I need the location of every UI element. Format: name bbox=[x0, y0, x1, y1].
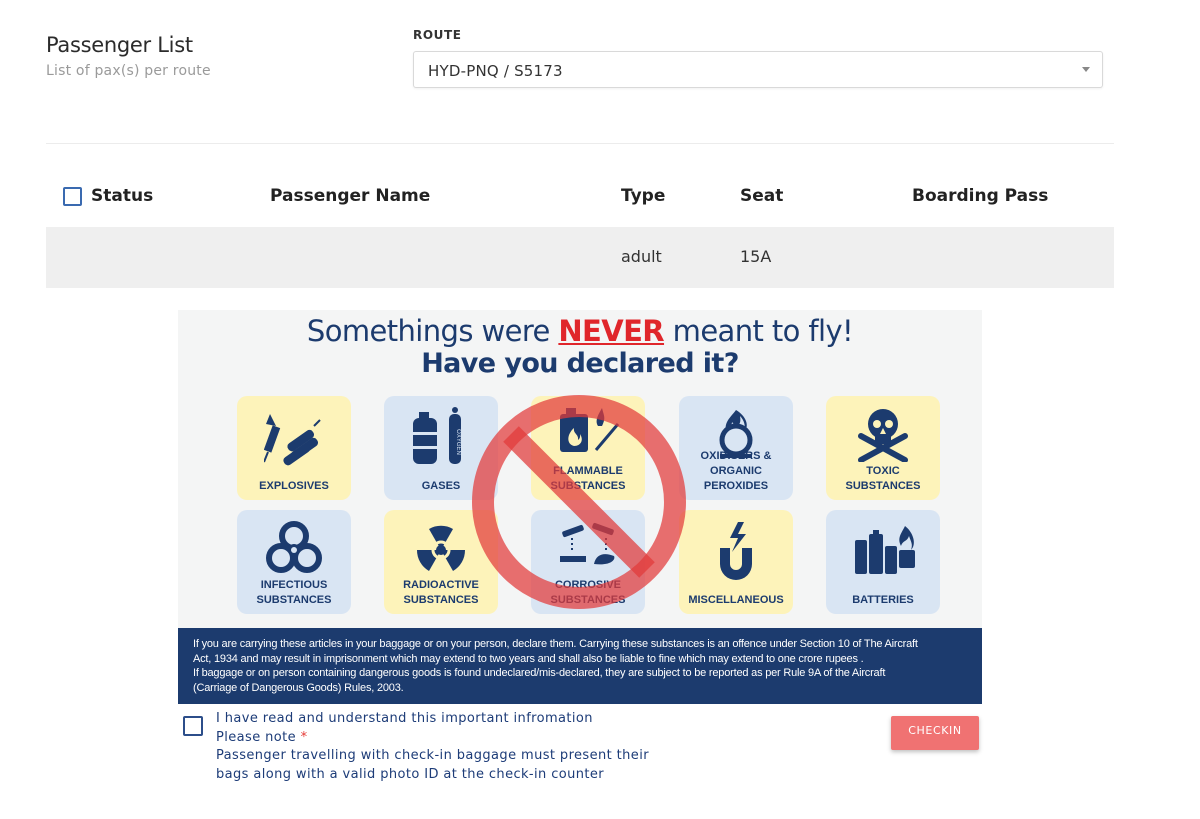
category-label-gases: GASES bbox=[421, 480, 461, 492]
category-label-oxidisers-line2: ORGANIC PEROXIDES bbox=[703, 465, 769, 492]
note-text-line: Passenger travelling with check-in bagga… bbox=[216, 748, 649, 763]
category-label-toxic-line1: TOXIC bbox=[866, 465, 900, 477]
legal-notice-line: If you are carrying these articles in yo… bbox=[193, 638, 918, 650]
category-tile-batteries: BATTERIES bbox=[826, 510, 940, 614]
chevron-down-icon bbox=[1082, 67, 1090, 72]
legal-notice-line: (Carriage of Dangerous Goods) Rules, 200… bbox=[193, 681, 404, 694]
cell-seat: 15A bbox=[740, 247, 772, 266]
acknowledge-checkbox[interactable] bbox=[183, 716, 203, 736]
poster-headline-start: Somethings were bbox=[306, 314, 559, 348]
page-subtitle: List of pax(s) per route bbox=[46, 63, 211, 79]
select-all-checkbox[interactable] bbox=[63, 187, 82, 206]
route-select[interactable]: HYD-PNQ / S5173 bbox=[413, 51, 1103, 88]
page-title: Passenger List bbox=[46, 33, 193, 57]
category-label-toxic-line2: SUBSTANCES bbox=[845, 480, 921, 492]
route-selected-value: HYD-PNQ / S5173 bbox=[428, 62, 563, 80]
table-row[interactable]: adult 15A bbox=[46, 227, 1114, 288]
column-header-passenger-name: Passenger Name bbox=[270, 186, 431, 206]
acknowledge-label: I have read and understand this importan… bbox=[216, 711, 593, 726]
category-tile-explosives: EXPLOSIVES bbox=[237, 396, 351, 500]
battery-icon bbox=[855, 526, 915, 574]
column-header-seat: Seat bbox=[740, 186, 784, 206]
please-note: Please note * bbox=[216, 729, 649, 748]
biohazard-icon bbox=[266, 521, 322, 573]
column-header-status: Status bbox=[91, 186, 154, 206]
skull-crossbones-icon bbox=[858, 409, 908, 462]
checkin-button[interactable]: CHECKIN bbox=[891, 716, 979, 750]
category-label-batteries: BATTERIES bbox=[852, 594, 914, 606]
category-tile-infectious: INFECTIOUS SUBSTANCES bbox=[237, 510, 351, 614]
dangerous-goods-poster: Somethings were NEVER meant to fly! Have… bbox=[178, 310, 982, 704]
note-text-line: bags along with a valid photo ID at the … bbox=[216, 766, 605, 782]
cell-type: adult bbox=[621, 247, 662, 266]
please-note-label: Please note bbox=[216, 729, 297, 745]
magnet-icon bbox=[720, 522, 752, 580]
category-label-explosives: EXPLOSIVES bbox=[259, 480, 329, 492]
acknowledgement-text: I have read and understand this importan… bbox=[216, 710, 649, 784]
route-label: ROUTE bbox=[413, 28, 462, 42]
category-label-miscellaneous: MISCELLANEOUS bbox=[688, 594, 784, 606]
column-header-type: Type bbox=[621, 186, 666, 206]
required-asterisk: * bbox=[300, 729, 308, 745]
poster-headline-end: meant to fly! bbox=[664, 314, 854, 348]
category-tile-toxic: TOXIC SUBSTANCES bbox=[826, 396, 940, 500]
category-label-oxidisers-line1: OXIDISERS & bbox=[700, 450, 772, 462]
firework-dynamite-icon bbox=[264, 414, 321, 466]
legal-notice-line: Act, 1934 and may result in imprisonment… bbox=[193, 652, 864, 665]
section-divider bbox=[46, 143, 1114, 144]
legal-notice-line: If baggage or on person containing dange… bbox=[193, 667, 886, 680]
poster-subheadline: Have you declared it? bbox=[421, 348, 739, 379]
category-label-infectious-line1: INFECTIOUS bbox=[260, 579, 328, 591]
category-label-infectious-line2: SUBSTANCES bbox=[256, 594, 332, 606]
poster-legal-notice: If you are carrying these articles in yo… bbox=[178, 628, 982, 704]
prohibition-icon bbox=[472, 395, 686, 609]
poster-headline: Somethings were NEVER meant to fly! bbox=[178, 314, 982, 348]
poster-headline-emphasis: NEVER bbox=[558, 314, 665, 348]
column-header-boarding-pass: Boarding Pass bbox=[912, 186, 1049, 206]
